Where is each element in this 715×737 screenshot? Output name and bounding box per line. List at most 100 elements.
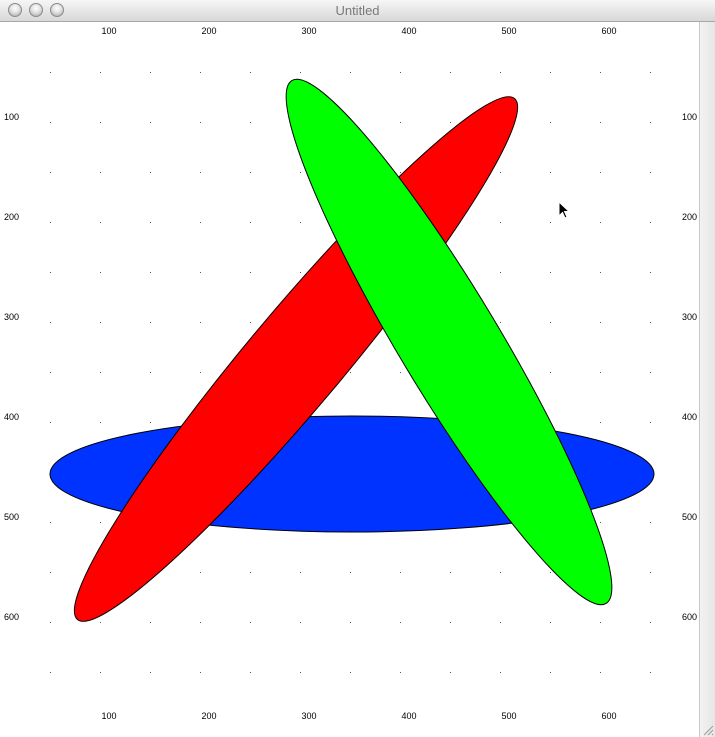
window-title: Untitled bbox=[335, 3, 380, 18]
top-tick-label: 300 bbox=[301, 26, 316, 36]
grid-dot bbox=[100, 272, 101, 273]
left-tick-label: 100 bbox=[4, 112, 19, 122]
grid-dot bbox=[200, 172, 201, 173]
left-tick-label: 600 bbox=[4, 612, 19, 622]
left-tick-label: 300 bbox=[4, 312, 19, 322]
grid-dot bbox=[500, 672, 501, 673]
bottom-tick-label: 200 bbox=[201, 711, 216, 721]
grid-dot bbox=[50, 672, 51, 673]
grid-dot bbox=[50, 622, 51, 623]
grid-dot bbox=[200, 222, 201, 223]
grid-dot bbox=[550, 122, 551, 123]
grid-dot bbox=[650, 72, 651, 73]
grid-dot bbox=[350, 372, 351, 373]
grid-dot bbox=[150, 372, 151, 373]
grid-dot bbox=[400, 372, 401, 373]
grid-dot bbox=[350, 72, 351, 73]
right-tick-label: 100 bbox=[682, 112, 697, 122]
title-bar[interactable]: Untitled bbox=[0, 0, 715, 22]
grid-dot bbox=[150, 422, 151, 423]
grid-dot bbox=[650, 422, 651, 423]
grid-dot bbox=[100, 622, 101, 623]
top-tick-label: 400 bbox=[401, 26, 416, 36]
grid-dot bbox=[50, 72, 51, 73]
grid-dot bbox=[100, 222, 101, 223]
grid-dot bbox=[50, 522, 51, 523]
grid-dot bbox=[300, 172, 301, 173]
grid-dot bbox=[100, 522, 101, 523]
grid-dot bbox=[600, 672, 601, 673]
grid-dot bbox=[150, 72, 151, 73]
grid-dot bbox=[250, 672, 251, 673]
vertical-scrollbar[interactable] bbox=[699, 22, 715, 737]
grid-dot bbox=[550, 572, 551, 573]
grid-dot bbox=[600, 122, 601, 123]
grid-dot bbox=[300, 672, 301, 673]
resize-grip-icon[interactable] bbox=[702, 724, 714, 736]
grid-dot bbox=[250, 572, 251, 573]
grid-dot bbox=[600, 222, 601, 223]
grid-dot bbox=[500, 572, 501, 573]
right-tick-label: 400 bbox=[682, 412, 697, 422]
grid-dot bbox=[50, 122, 51, 123]
grid-dot bbox=[50, 422, 51, 423]
grid-dot bbox=[150, 172, 151, 173]
grid-dot bbox=[400, 122, 401, 123]
top-tick-label: 100 bbox=[101, 26, 116, 36]
grid-dot bbox=[400, 72, 401, 73]
canvas-svg[interactable]: 100 200 300 400 500 600 100 200 300 400 … bbox=[0, 22, 699, 737]
grid-dot bbox=[400, 622, 401, 623]
grid-dot bbox=[600, 622, 601, 623]
drawing-canvas[interactable]: 100 200 300 400 500 600 100 200 300 400 … bbox=[0, 22, 699, 737]
grid-dot bbox=[150, 622, 151, 623]
grid-dot bbox=[600, 72, 601, 73]
grid-dot bbox=[550, 672, 551, 673]
grid-dot bbox=[250, 122, 251, 123]
grid-dot bbox=[650, 322, 651, 323]
grid-dot bbox=[550, 222, 551, 223]
grid-dot bbox=[150, 272, 151, 273]
grid-dot bbox=[500, 322, 501, 323]
grid-dot bbox=[600, 372, 601, 373]
grid-dot bbox=[100, 122, 101, 123]
bottom-tick-label: 600 bbox=[601, 711, 616, 721]
grid-dot bbox=[150, 322, 151, 323]
left-tick-label: 500 bbox=[4, 512, 19, 522]
grid-dot bbox=[400, 572, 401, 573]
grid-dot bbox=[550, 372, 551, 373]
grid-dot bbox=[50, 322, 51, 323]
grid-dot bbox=[650, 672, 651, 673]
grid-dot bbox=[600, 522, 601, 523]
grid-dot bbox=[650, 222, 651, 223]
grid-dot bbox=[400, 172, 401, 173]
mouse-pointer-icon bbox=[558, 201, 571, 219]
grid-dot bbox=[650, 272, 651, 273]
grid-dot bbox=[600, 172, 601, 173]
grid-dot bbox=[350, 572, 351, 573]
grid-dot bbox=[300, 222, 301, 223]
grid-dot bbox=[100, 422, 101, 423]
grid-dot bbox=[550, 622, 551, 623]
grid-dot bbox=[450, 572, 451, 573]
grid-dot bbox=[250, 622, 251, 623]
grid-dot bbox=[650, 572, 651, 573]
top-tick-label: 600 bbox=[601, 26, 616, 36]
right-tick-label: 200 bbox=[682, 212, 697, 222]
grid-dot bbox=[600, 322, 601, 323]
grid-dot bbox=[250, 72, 251, 73]
grid-dot bbox=[200, 672, 201, 673]
grid-dot bbox=[650, 122, 651, 123]
left-tick-label: 400 bbox=[4, 412, 19, 422]
grid-dot bbox=[50, 222, 51, 223]
grid-dot bbox=[50, 372, 51, 373]
grid-dot bbox=[50, 572, 51, 573]
grid-dot bbox=[300, 272, 301, 273]
bottom-tick-label: 300 bbox=[301, 711, 316, 721]
grid-dot bbox=[250, 172, 251, 173]
grid-dot bbox=[500, 72, 501, 73]
grid-dot bbox=[300, 572, 301, 573]
grid-dot bbox=[650, 172, 651, 173]
bottom-tick-label: 100 bbox=[101, 711, 116, 721]
grid-dot bbox=[200, 572, 201, 573]
grid-dot bbox=[100, 72, 101, 73]
